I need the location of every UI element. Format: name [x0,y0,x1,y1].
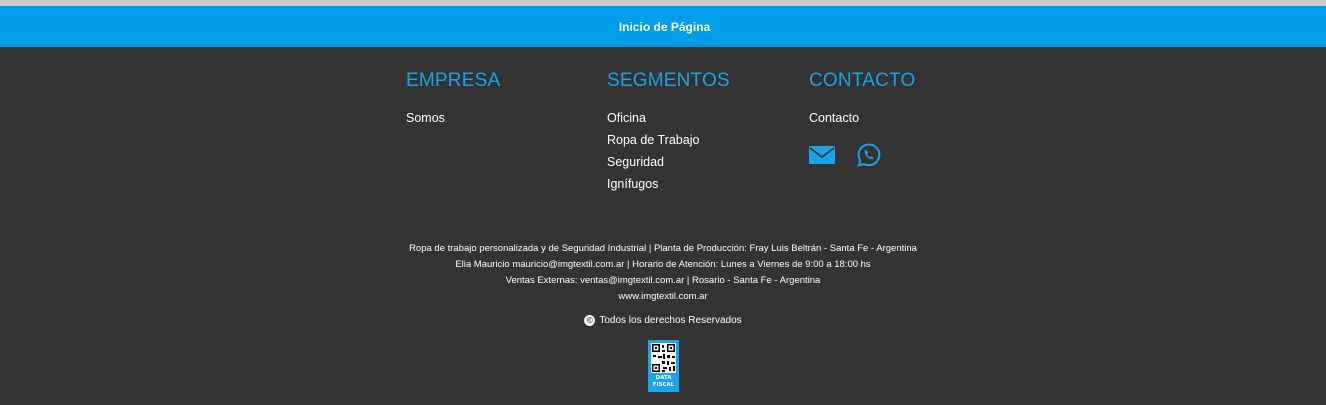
column-title-contacto: CONTACTO [809,70,916,91]
contacto-links: Contacto [809,107,915,129]
data-fiscal-label: DATA FISCAL [648,375,679,389]
data-fiscal-line1: DATA [655,375,672,381]
column-title-segmentos: SEGMENTOS [607,70,730,91]
link-ropa-de-trabajo[interactable]: Ropa de Trabajo [607,129,730,151]
footer: EMPRESA Somos SEGMENTOS Oficina Ropa de … [0,47,1326,405]
copyright-icon: © [584,315,596,326]
contact-icons [809,143,915,172]
column-contacto: CONTACTO Contacto [809,69,915,172]
info-line: Elia Mauricio mauricio@imgtextil.com.ar … [455,259,871,270]
envelope-icon[interactable] [809,145,835,170]
whatsapp-icon[interactable] [857,143,881,172]
data-fiscal-line2: FISCAL [652,382,675,388]
link-ignifugos[interactable]: Ignífugos [607,173,730,195]
segmentos-links: Oficina Ropa de Trabajo Seguridad Ignífu… [607,107,730,195]
back-to-top-button[interactable]: Inicio de Página [0,6,1326,47]
link-oficina[interactable]: Oficina [607,107,730,129]
empresa-links: Somos [406,107,500,129]
website-link[interactable]: www.imgtextil.com.ar [0,289,1326,305]
back-to-top-label: Inicio de Página [618,19,711,34]
company-info: Ropa de trabajo personalizada y de Segur… [0,241,1326,305]
info-line: Ropa de trabajo personalizada y de Segur… [409,243,917,254]
copyright: © Todos los derechos Reservados [0,315,1326,326]
link-seguridad[interactable]: Seguridad [607,151,730,173]
copyright-text: Todos los derechos Reservados [599,315,742,326]
info-line: Ventas Externas: ventas@imgtextil.com.ar… [505,275,821,286]
link-somos[interactable]: Somos [406,107,500,129]
qr-code-icon [651,343,676,373]
column-empresa: EMPRESA Somos [406,69,500,129]
data-fiscal-badge[interactable]: DATA FISCAL [648,340,679,392]
column-title-empresa: EMPRESA [406,70,501,91]
column-segmentos: SEGMENTOS Oficina Ropa de Trabajo Seguri… [607,69,730,195]
link-contacto[interactable]: Contacto [809,107,915,129]
